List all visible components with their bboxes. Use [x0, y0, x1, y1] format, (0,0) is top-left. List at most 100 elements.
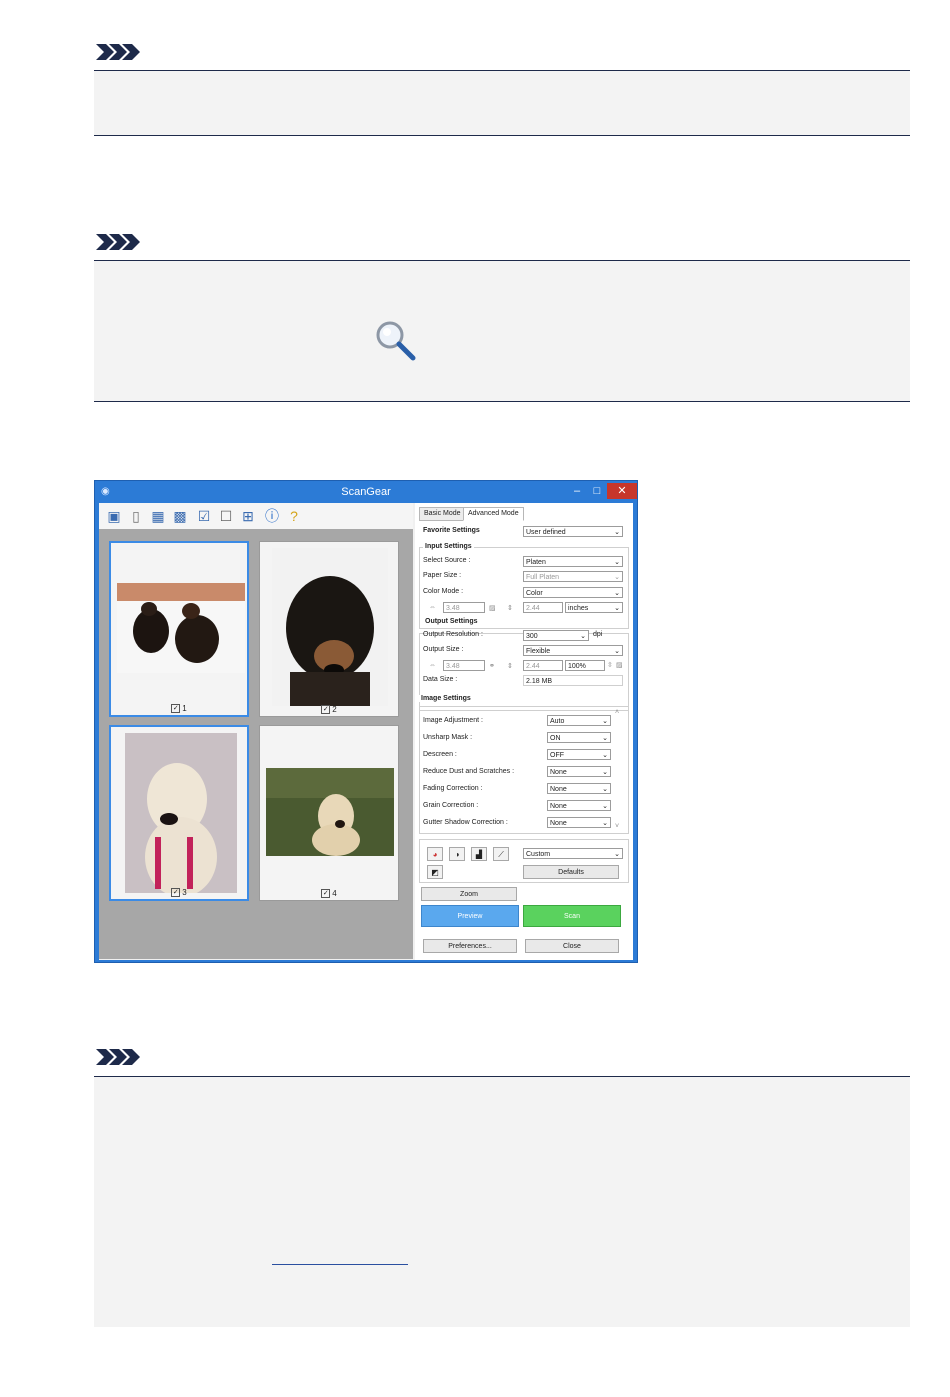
- crop-image-icon[interactable]: ▩: [171, 507, 189, 525]
- stepper-arrows-icon[interactable]: ⇳: [607, 661, 613, 669]
- close-button[interactable]: Close: [525, 939, 619, 953]
- rotate-image-icon[interactable]: ▦: [149, 507, 167, 525]
- paper-size-select[interactable]: Full Platen ⌄: [523, 571, 623, 582]
- thumbnail-photo: [266, 768, 394, 856]
- thumbnail-checkbox[interactable]: ✓: [321, 705, 331, 714]
- thumbnail-checkbox[interactable]: ✓: [171, 704, 181, 713]
- gutter-shadow-select[interactable]: None ⌄: [547, 817, 611, 828]
- select-all-frames-icon[interactable]: ☑: [195, 507, 213, 525]
- note-arrows-icon: [96, 44, 140, 60]
- window-client: ▣ ▯ ▦ ▩ ☑ ☐ ⊞ ⓘ ? ✓ 1 ✓ 2 ✓ 3 ✓ 4 Basic …: [99, 503, 633, 960]
- thumbnail-photo: [125, 733, 237, 893]
- color-mode-label: Color Mode :: [423, 588, 464, 595]
- image-settings-title: Image Settings: [419, 695, 473, 702]
- descreen-label: Descreen :: [423, 751, 457, 758]
- preview-button[interactable]: Preview: [421, 905, 519, 927]
- swap-orientation-icon[interactable]: ▨: [489, 604, 496, 612]
- color-balance-icon[interactable]: ◕: [427, 847, 443, 861]
- favorite-settings-label: Favorite Settings: [423, 527, 480, 534]
- final-review-icon[interactable]: ◩: [427, 865, 443, 879]
- output-resolution-label: Output Resolution :: [423, 631, 483, 638]
- thumbnail-area: ✓ 1 ✓ 2 ✓ 3 ✓ 4: [99, 529, 413, 959]
- defaults-button[interactable]: Defaults: [523, 865, 619, 879]
- reduce-dust-label: Reduce Dust and Scratches :: [423, 768, 515, 775]
- note-box-1: [94, 70, 910, 136]
- tab-basic-mode[interactable]: Basic Mode: [419, 507, 466, 521]
- thumbnail-caption[interactable]: ✓ 3: [111, 888, 247, 897]
- resolution-unit-label: dpi: [593, 631, 603, 638]
- image-adjustment-select[interactable]: Auto ⌄: [547, 715, 611, 726]
- chevron-down-icon: ⌄: [602, 769, 608, 776]
- preferences-button[interactable]: Preferences...: [423, 939, 517, 953]
- info-icon[interactable]: ⓘ: [263, 507, 281, 525]
- scan-button[interactable]: Scan: [523, 905, 621, 927]
- data-size-value: 2.18 MB: [523, 675, 623, 686]
- brightness-contrast-icon[interactable]: ◑: [449, 847, 465, 861]
- swap-orientation-icon[interactable]: ▨: [616, 661, 623, 669]
- thumbnail-caption[interactable]: ✓ 4: [260, 889, 398, 898]
- multi-crop-icon[interactable]: ⊞: [239, 507, 257, 525]
- favorite-settings-select[interactable]: User defined ⌄: [523, 526, 623, 537]
- toolbar: ▣ ▯ ▦ ▩ ☑ ☐ ⊞ ⓘ ?: [99, 503, 413, 529]
- unsharp-mask-select[interactable]: ON ⌄: [547, 732, 611, 743]
- zoom-button[interactable]: Zoom: [421, 887, 517, 901]
- grain-correction-select[interactable]: None ⌄: [547, 800, 611, 811]
- maximize-button[interactable]: □: [589, 483, 605, 499]
- link-underline[interactable]: [272, 1264, 408, 1265]
- chevron-down-icon: ⌄: [614, 605, 620, 612]
- thumbnail-frame[interactable]: ✓ 4: [259, 725, 399, 901]
- scrollbar-down-icon[interactable]: ˅: [615, 823, 619, 830]
- fading-correction-select[interactable]: None ⌄: [547, 783, 611, 794]
- blank-page-icon[interactable]: ▯: [127, 507, 145, 525]
- grain-correction-label: Grain Correction :: [423, 802, 479, 809]
- rotate-left-icon[interactable]: ▣: [105, 507, 123, 525]
- chevron-down-icon: ⌄: [602, 786, 608, 793]
- output-size-select[interactable]: Flexible ⌄: [523, 645, 623, 656]
- thumbnail-frame[interactable]: ✓ 2: [259, 541, 399, 717]
- close-window-button[interactable]: ✕: [607, 483, 637, 499]
- output-resolution-select[interactable]: 300 ⌄: [523, 630, 589, 641]
- tab-advanced-mode[interactable]: Advanced Mode: [463, 507, 524, 521]
- thumbnail-frame[interactable]: ✓ 3: [109, 725, 249, 901]
- histogram-icon[interactable]: ▟: [471, 847, 487, 861]
- paper-size-label: Paper Size :: [423, 572, 462, 579]
- minimize-button[interactable]: –: [569, 483, 585, 499]
- deselect-frames-icon[interactable]: ☐: [217, 507, 235, 525]
- thumbnail-frame[interactable]: ✓ 1: [109, 541, 249, 717]
- tone-curve-icon[interactable]: ⟋: [493, 847, 509, 861]
- scale-stepper[interactable]: 100%: [565, 660, 605, 671]
- thumbnail-checkbox[interactable]: ✓: [171, 888, 181, 897]
- output-height-field[interactable]: 2.44: [523, 660, 563, 671]
- thumbnail-caption[interactable]: ✓ 1: [111, 704, 247, 713]
- thumbnail-caption[interactable]: ✓ 2: [260, 705, 398, 714]
- unit-select[interactable]: inches ⌄: [565, 602, 623, 613]
- chevron-down-icon: ⌄: [614, 851, 620, 858]
- descreen-select[interactable]: OFF ⌄: [547, 749, 611, 760]
- link-aspect-icon[interactable]: ⚭: [489, 662, 495, 670]
- chevron-down-icon: ⌄: [602, 735, 608, 742]
- color-settings-select[interactable]: Custom ⌄: [523, 848, 623, 859]
- scrollbar-up-icon[interactable]: ˄: [615, 709, 619, 716]
- input-height-field[interactable]: 2.44: [523, 602, 563, 613]
- data-size-label: Data Size :: [423, 676, 458, 683]
- reduce-dust-select[interactable]: None ⌄: [547, 766, 611, 777]
- thumbnail-photo: [272, 548, 388, 706]
- image-adjustment-label: Image Adjustment :: [423, 717, 483, 724]
- thumbnail-checkbox[interactable]: ✓: [321, 889, 331, 898]
- chevron-down-icon: ⌄: [602, 718, 608, 725]
- help-icon[interactable]: ?: [285, 507, 303, 525]
- color-mode-select[interactable]: Color ⌄: [523, 587, 623, 598]
- unsharp-mask-label: Unsharp Mask :: [423, 734, 473, 741]
- select-source-select[interactable]: Platen ⌄: [523, 556, 623, 567]
- height-icon: ⇕: [507, 605, 513, 612]
- output-width-field[interactable]: 3.48: [443, 660, 485, 671]
- window-title: ScanGear: [341, 486, 391, 498]
- note-box-3: [94, 1076, 910, 1327]
- note-box-2: [94, 260, 910, 402]
- output-settings-title: Output Settings: [423, 618, 480, 625]
- width-icon: ⇔: [429, 662, 436, 669]
- input-width-field[interactable]: 3.48: [443, 602, 485, 613]
- chevron-down-icon: ⌄: [602, 803, 608, 810]
- scangear-window: ◉ ScanGear – □ ✕ ▣ ▯ ▦ ▩ ☑ ☐ ⊞ ⓘ ? ✓ 1 ✓…: [94, 480, 638, 963]
- title-bar: ◉ ScanGear – □ ✕: [95, 481, 637, 503]
